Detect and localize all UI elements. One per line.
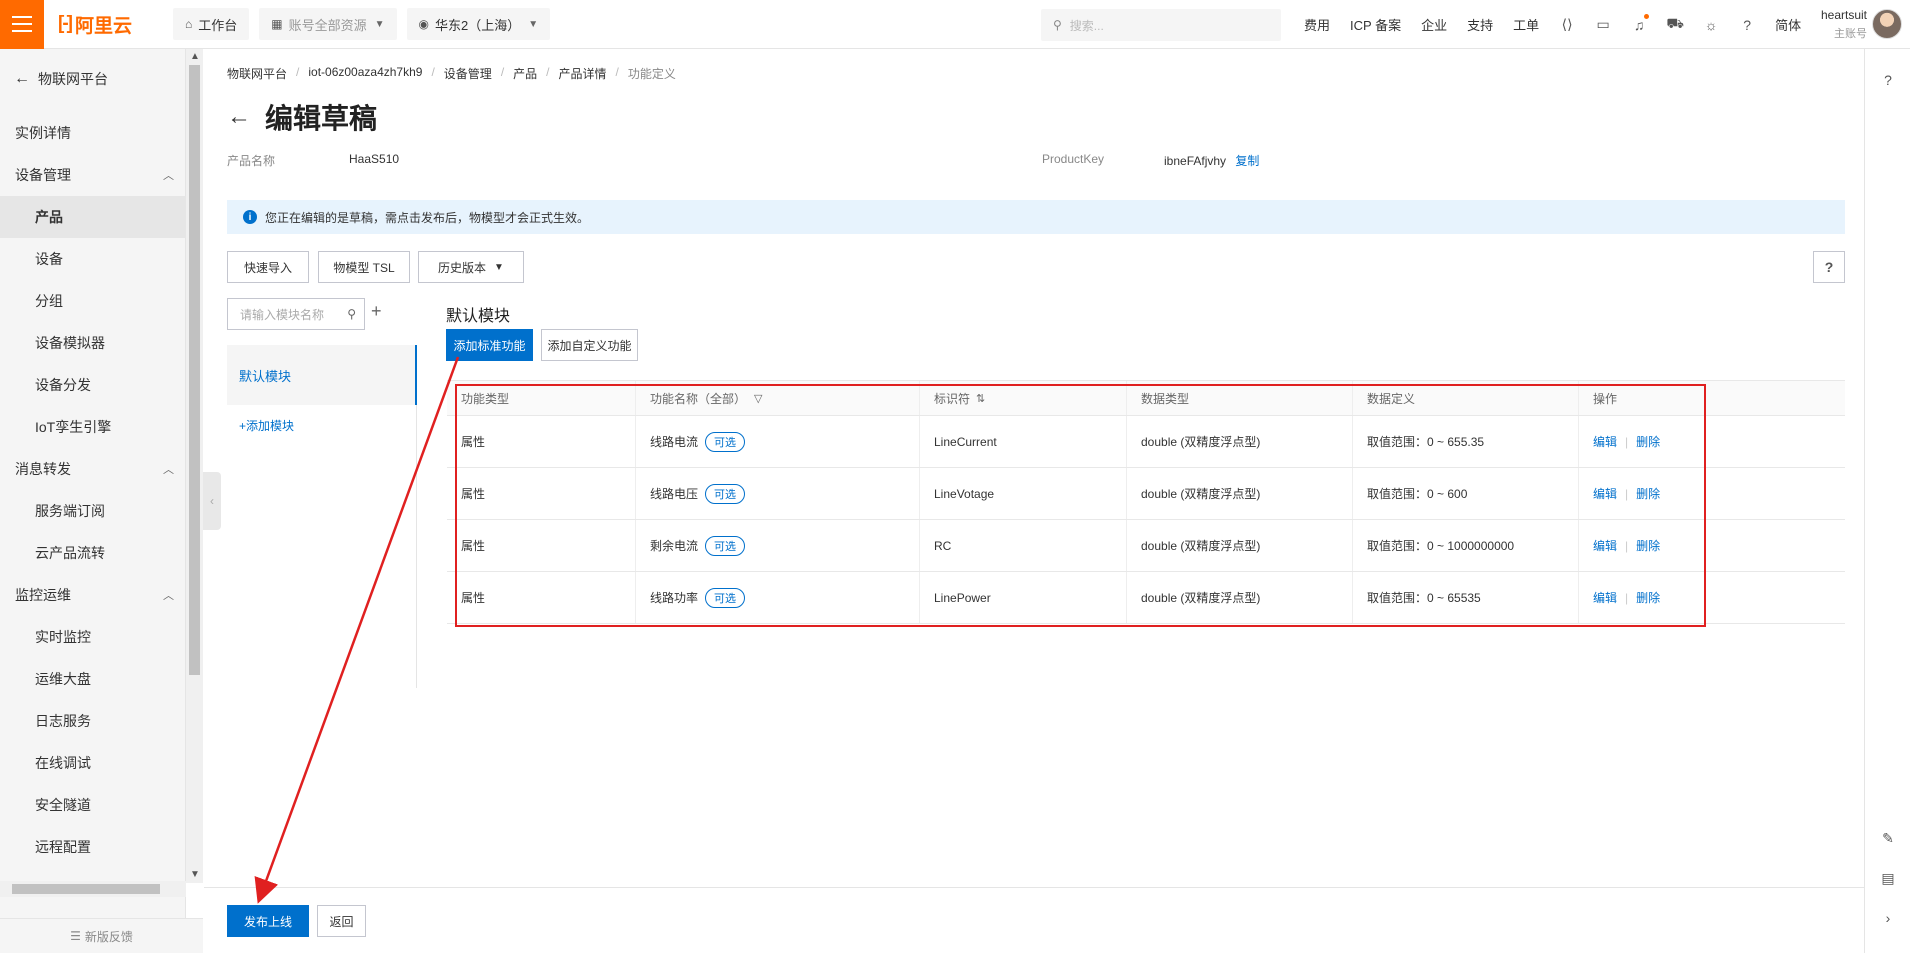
annotation-arrow	[254, 356, 460, 904]
